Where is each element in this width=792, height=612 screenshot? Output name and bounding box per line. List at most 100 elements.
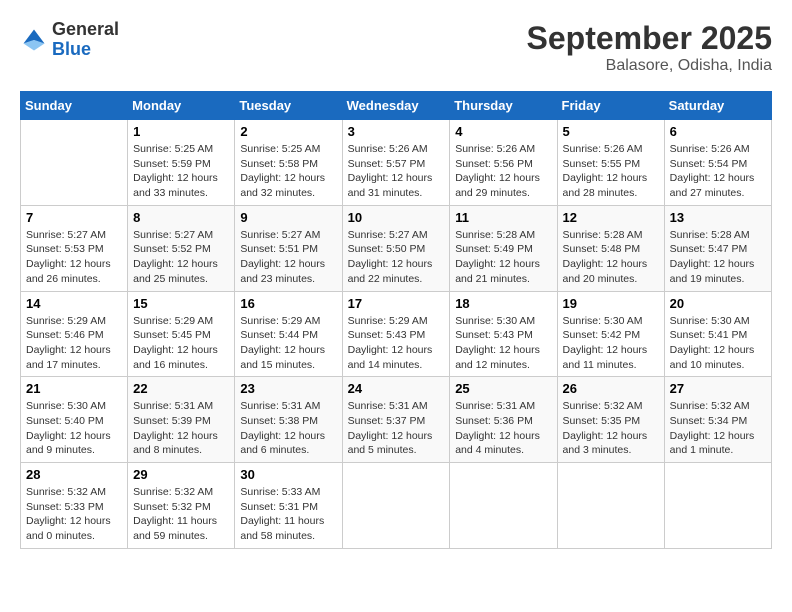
column-header-saturday: Saturday — [664, 92, 771, 120]
logo: General Blue — [20, 20, 119, 60]
calendar-cell: 6 Sunrise: 5:26 AMSunset: 5:54 PMDaylight… — [664, 120, 771, 206]
calendar-cell: 24 Sunrise: 5:31 AMSunset: 5:37 PMDayligh… — [342, 377, 450, 463]
calendar-cell: 3Sunrise: 5:26 AMSunset: 5:57 PMDaylight… — [342, 120, 450, 206]
day-number: 25 — [455, 381, 551, 396]
calendar-cell: 8Sunrise: 5:27 AMSunset: 5:52 PMDaylight… — [128, 205, 235, 291]
calendar-cell: 26 Sunrise: 5:32 AMSunset: 5:35 PMDayligh… — [557, 377, 664, 463]
day-number: 30 — [240, 467, 336, 482]
day-number: 15 — [133, 296, 229, 311]
calendar-cell: 30 Sunrise: 5:33 AMSunset: 5:31 PMDayligh… — [235, 463, 342, 549]
calendar-week-3: 14 Sunrise: 5:29 AMSunset: 5:46 PMDayligh… — [21, 291, 772, 377]
day-number: 10 — [348, 210, 445, 225]
calendar-body: 1 Sunrise: 5:25 AMSunset: 5:59 PMDaylight… — [21, 120, 772, 549]
day-number: 18 — [455, 296, 551, 311]
day-info: Sunrise: 5:28 AMSunset: 5:47 PMDaylight:… — [670, 228, 766, 287]
calendar-cell — [557, 463, 664, 549]
day-info: Sunrise: 5:28 AMSunset: 5:48 PMDaylight:… — [563, 228, 659, 287]
day-number: 13 — [670, 210, 766, 225]
day-number: 2 — [240, 124, 336, 139]
column-header-friday: Friday — [557, 92, 664, 120]
day-info: Sunrise: 5:32 AMSunset: 5:34 PMDaylight:… — [670, 399, 766, 458]
day-info: Sunrise: 5:26 AMSunset: 5:56 PMDaylight:… — [455, 142, 551, 201]
calendar-cell: 28Sunrise: 5:32 AMSunset: 5:33 PMDayligh… — [21, 463, 128, 549]
day-info: Sunrise: 5:32 AMSunset: 5:35 PMDaylight:… — [563, 399, 659, 458]
calendar-cell: 20 Sunrise: 5:30 AMSunset: 5:41 PMDayligh… — [664, 291, 771, 377]
calendar-week-1: 1 Sunrise: 5:25 AMSunset: 5:59 PMDaylight… — [21, 120, 772, 206]
day-info: Sunrise: 5:32 AMSunset: 5:32 PMDaylight:… — [133, 485, 229, 544]
calendar-cell: 19 Sunrise: 5:30 AMSunset: 5:42 PMDayligh… — [557, 291, 664, 377]
calendar-cell: 23 Sunrise: 5:31 AMSunset: 5:38 PMDayligh… — [235, 377, 342, 463]
day-info: Sunrise: 5:29 AMSunset: 5:45 PMDaylight:… — [133, 314, 229, 373]
calendar-week-5: 28Sunrise: 5:32 AMSunset: 5:33 PMDayligh… — [21, 463, 772, 549]
calendar-cell: 13 Sunrise: 5:28 AMSunset: 5:47 PMDayligh… — [664, 205, 771, 291]
day-info: Sunrise: 5:29 AMSunset: 5:46 PMDaylight:… — [26, 314, 122, 373]
calendar-week-2: 7 Sunrise: 5:27 AMSunset: 5:53 PMDaylight… — [21, 205, 772, 291]
calendar-cell: 11 Sunrise: 5:28 AMSunset: 5:49 PMDayligh… — [450, 205, 557, 291]
calendar-cell: 21Sunrise: 5:30 AMSunset: 5:40 PMDayligh… — [21, 377, 128, 463]
day-number: 16 — [240, 296, 336, 311]
calendar-cell: 10 Sunrise: 5:27 AMSunset: 5:50 PMDayligh… — [342, 205, 450, 291]
day-info: Sunrise: 5:31 AMSunset: 5:37 PMDaylight:… — [348, 399, 445, 458]
day-number: 22 — [133, 381, 229, 396]
calendar-cell: 1 Sunrise: 5:25 AMSunset: 5:59 PMDaylight… — [128, 120, 235, 206]
day-number: 20 — [670, 296, 766, 311]
calendar-header: SundayMondayTuesdayWednesdayThursdayFrid… — [21, 92, 772, 120]
day-number: 19 — [563, 296, 659, 311]
day-number: 23 — [240, 381, 336, 396]
calendar-cell — [664, 463, 771, 549]
column-header-sunday: Sunday — [21, 92, 128, 120]
day-info: Sunrise: 5:33 AMSunset: 5:31 PMDaylight:… — [240, 485, 336, 544]
day-number: 8 — [133, 210, 229, 225]
day-number: 3 — [348, 124, 445, 139]
month-title: September 2025 — [527, 20, 772, 57]
day-number: 24 — [348, 381, 445, 396]
day-info: Sunrise: 5:25 AMSunset: 5:59 PMDaylight:… — [133, 142, 229, 201]
day-info: Sunrise: 5:26 AMSunset: 5:54 PMDaylight:… — [670, 142, 766, 201]
day-number: 1 — [133, 124, 229, 139]
day-info: Sunrise: 5:30 AMSunset: 5:43 PMDaylight:… — [455, 314, 551, 373]
day-number: 26 — [563, 381, 659, 396]
day-info: Sunrise: 5:31 AMSunset: 5:38 PMDaylight:… — [240, 399, 336, 458]
calendar-cell: 4 Sunrise: 5:26 AMSunset: 5:56 PMDaylight… — [450, 120, 557, 206]
calendar-cell: 7 Sunrise: 5:27 AMSunset: 5:53 PMDaylight… — [21, 205, 128, 291]
day-info: Sunrise: 5:31 AMSunset: 5:36 PMDaylight:… — [455, 399, 551, 458]
page-header: General Blue September 2025 Balasore, Od… — [20, 20, 772, 75]
day-info: Sunrise: 5:30 AMSunset: 5:41 PMDaylight:… — [670, 314, 766, 373]
calendar-cell: 12 Sunrise: 5:28 AMSunset: 5:48 PMDayligh… — [557, 205, 664, 291]
day-number: 6 — [670, 124, 766, 139]
location: Balasore, Odisha, India — [527, 57, 772, 75]
calendar-cell: 25 Sunrise: 5:31 AMSunset: 5:36 PMDayligh… — [450, 377, 557, 463]
day-info: Sunrise: 5:27 AMSunset: 5:53 PMDaylight:… — [26, 228, 122, 287]
day-number: 28 — [26, 467, 122, 482]
day-info: Sunrise: 5:29 AMSunset: 5:43 PMDaylight:… — [348, 314, 445, 373]
calendar-cell: 18 Sunrise: 5:30 AMSunset: 5:43 PMDayligh… — [450, 291, 557, 377]
calendar-cell — [342, 463, 450, 549]
day-number: 7 — [26, 210, 122, 225]
day-info: Sunrise: 5:27 AMSunset: 5:51 PMDaylight:… — [240, 228, 336, 287]
calendar-cell: 27 Sunrise: 5:32 AMSunset: 5:34 PMDayligh… — [664, 377, 771, 463]
title-block: September 2025 Balasore, Odisha, India — [527, 20, 772, 75]
logo-general-text: General — [52, 19, 119, 39]
calendar-week-4: 21Sunrise: 5:30 AMSunset: 5:40 PMDayligh… — [21, 377, 772, 463]
calendar-cell: 22Sunrise: 5:31 AMSunset: 5:39 PMDayligh… — [128, 377, 235, 463]
day-number: 27 — [670, 381, 766, 396]
day-info: Sunrise: 5:30 AMSunset: 5:42 PMDaylight:… — [563, 314, 659, 373]
day-number: 12 — [563, 210, 659, 225]
calendar-cell — [21, 120, 128, 206]
calendar-cell: 9Sunrise: 5:27 AMSunset: 5:51 PMDaylight… — [235, 205, 342, 291]
calendar-cell — [450, 463, 557, 549]
day-number: 4 — [455, 124, 551, 139]
day-number: 14 — [26, 296, 122, 311]
day-info: Sunrise: 5:30 AMSunset: 5:40 PMDaylight:… — [26, 399, 122, 458]
column-header-wednesday: Wednesday — [342, 92, 450, 120]
day-info: Sunrise: 5:27 AMSunset: 5:50 PMDaylight:… — [348, 228, 445, 287]
calendar-cell: 2 Sunrise: 5:25 AMSunset: 5:58 PMDaylight… — [235, 120, 342, 206]
day-number: 11 — [455, 210, 551, 225]
column-header-thursday: Thursday — [450, 92, 557, 120]
calendar-cell: 15 Sunrise: 5:29 AMSunset: 5:45 PMDayligh… — [128, 291, 235, 377]
day-number: 17 — [348, 296, 445, 311]
day-info: Sunrise: 5:28 AMSunset: 5:49 PMDaylight:… — [455, 228, 551, 287]
day-info: Sunrise: 5:25 AMSunset: 5:58 PMDaylight:… — [240, 142, 336, 201]
logo-blue-text: Blue — [52, 39, 91, 59]
column-header-tuesday: Tuesday — [235, 92, 342, 120]
